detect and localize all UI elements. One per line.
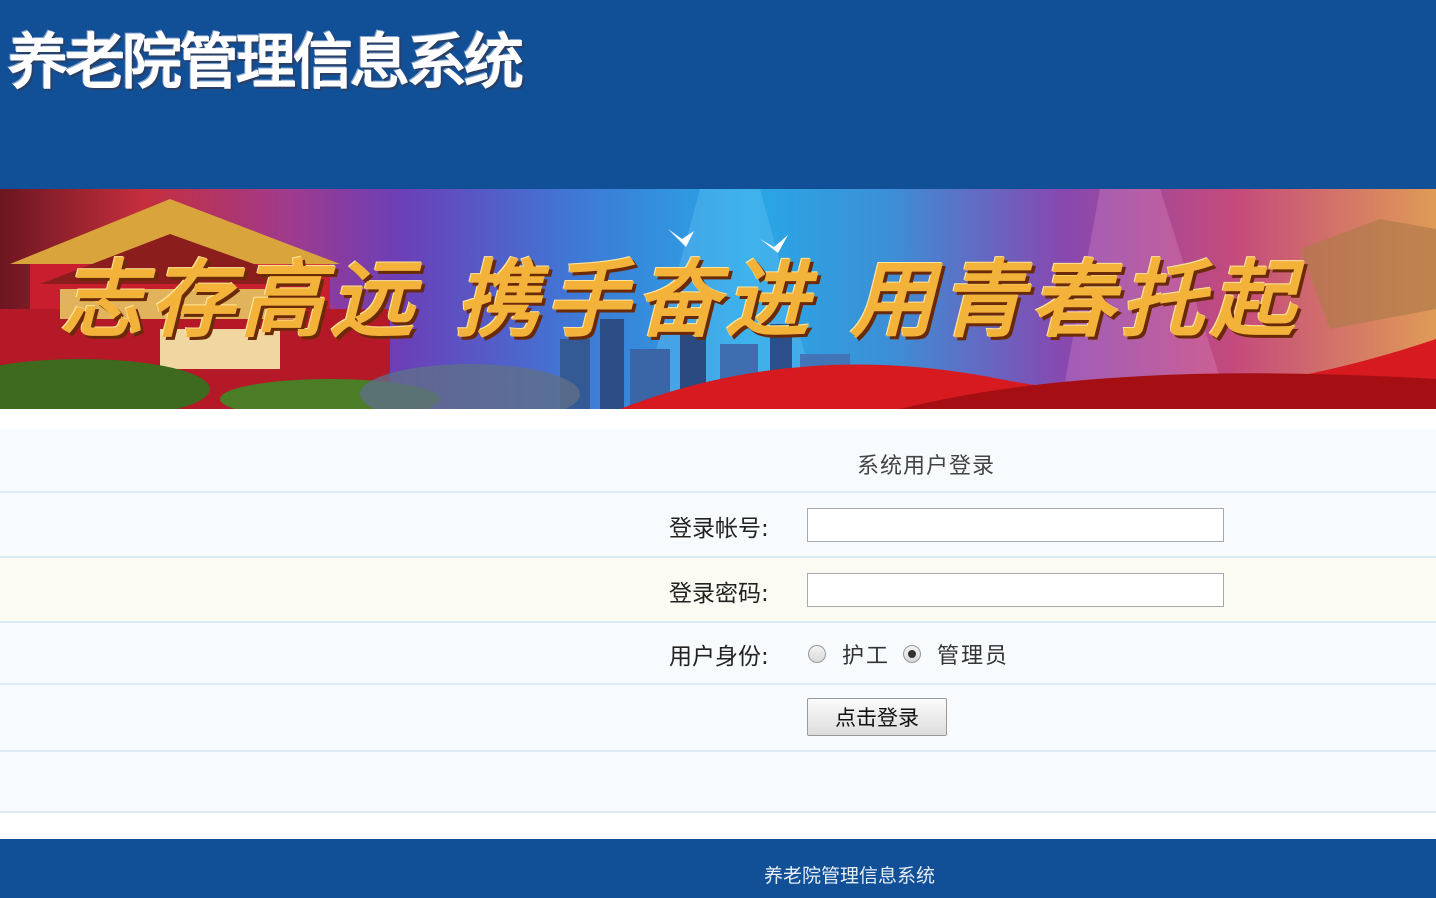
login-title-row: 系统用户登录 xyxy=(0,430,1436,493)
header: 养老院管理信息系统 xyxy=(0,0,1436,189)
role-row: 用户身份: 护工 管理员 xyxy=(0,623,1436,685)
login-button[interactable]: 点击登录 xyxy=(807,698,947,736)
footer-text: 养老院管理信息系统 xyxy=(764,865,936,887)
role-radio-admin[interactable] xyxy=(903,645,921,663)
banner-slogan: 志存高远 携手奋进 用青春托起 xyxy=(60,250,1301,349)
role-label-admin[interactable]: 管理员 xyxy=(937,638,1009,670)
role-radio-worker[interactable] xyxy=(808,645,826,663)
password-input[interactable] xyxy=(807,573,1224,607)
footer: 养老院管理信息系统 xyxy=(0,839,1436,898)
banner-image: 志存高远 携手奋进 用青春托起 xyxy=(0,189,1436,409)
system-title: 养老院管理信息系统 xyxy=(8,28,524,98)
login-title: 系统用户登录 xyxy=(857,454,996,479)
password-label: 登录密码: xyxy=(669,581,769,607)
spacer-row xyxy=(0,752,1436,813)
role-label-worker[interactable]: 护工 xyxy=(842,638,890,670)
username-input[interactable] xyxy=(807,508,1224,542)
password-row: 登录密码: xyxy=(0,558,1436,623)
role-label: 用户身份: xyxy=(669,644,769,670)
username-label: 登录帐号: xyxy=(669,516,769,542)
submit-row: 点击登录 xyxy=(0,685,1436,752)
username-row: 登录帐号: xyxy=(0,493,1436,558)
